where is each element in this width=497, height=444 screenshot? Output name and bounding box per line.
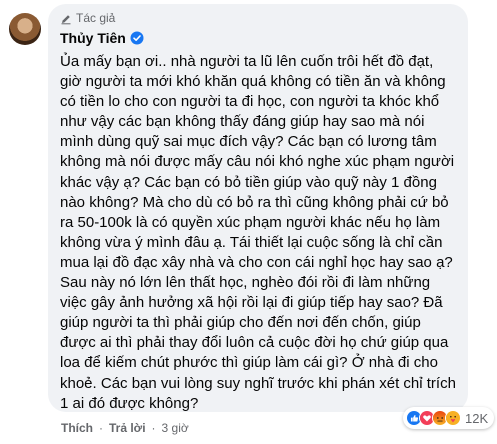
separator: · (151, 421, 156, 435)
author-name[interactable]: Thủy Tiên (60, 30, 126, 46)
verified-badge-icon (130, 31, 144, 45)
reaction-count: 12K (465, 410, 489, 426)
comment-actions: Thích · Trả lời · 3 giờ (61, 421, 189, 435)
author-tag: Tác giả (60, 10, 456, 26)
comment-bubble: Tác giả Thủy Tiên Ủa mấy bạn ơi.. nhà ng… (48, 4, 468, 412)
author-tag-label: Tác giả (76, 11, 116, 25)
reply-button[interactable]: Trả lời (109, 421, 146, 435)
author-avatar[interactable] (9, 13, 41, 45)
separator: · (99, 421, 103, 435)
like-button[interactable]: Thích (61, 421, 93, 435)
reaction-summary[interactable]: 12K (403, 407, 495, 429)
comment-text: Ủa mấy bạn ơi.. nhà người ta lũ lên cuốn… (60, 53, 456, 412)
timestamp[interactable]: 3 giờ (162, 421, 189, 435)
care-icon (445, 410, 461, 426)
pen-icon (60, 12, 72, 25)
